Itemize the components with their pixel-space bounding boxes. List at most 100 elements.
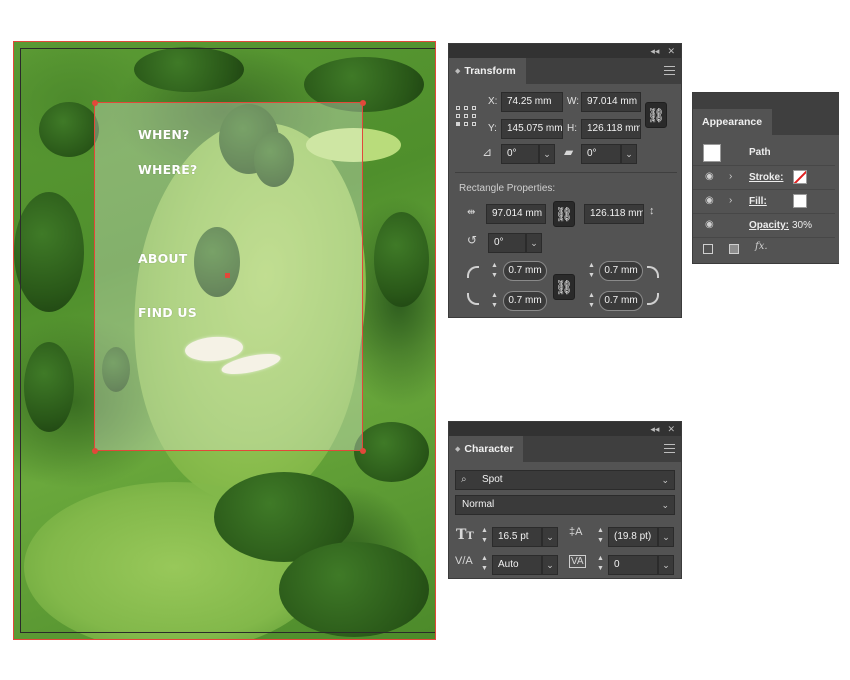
kerning-stepper[interactable]: ▲ ▼ — [480, 554, 489, 576]
visibility-eye-icon[interactable]: ◉ — [705, 171, 714, 182]
visibility-eye-icon[interactable]: ◉ — [705, 219, 714, 230]
rect-rotate-dropdown[interactable]: ⌄ — [526, 233, 542, 253]
rotate-angle-icon: ⊿ — [482, 145, 493, 159]
h-field[interactable]: 126.118 mm — [581, 119, 641, 139]
resize-handle-bottom-left[interactable] — [91, 447, 98, 454]
rotate-dropdown[interactable]: ⌄ — [539, 144, 555, 164]
rect-rotate-icon: ↺ — [467, 233, 478, 247]
path-row[interactable]: Path — [693, 141, 835, 165]
rect-rotate-field[interactable]: 0° — [488, 233, 526, 253]
corner-top-left-field[interactable]: 0.7 mm — [503, 261, 547, 281]
close-icon[interactable]: ✕ — [667, 46, 675, 57]
corner-bottom-left-field[interactable]: 0.7 mm — [503, 291, 547, 311]
rect-width-field[interactable]: 97.014 mm — [486, 204, 546, 224]
new-fill-icon[interactable] — [729, 244, 739, 254]
tree — [39, 102, 99, 157]
effects-icon[interactable]: fx. — [755, 241, 768, 252]
tracking-dropdown[interactable]: ⌄ — [658, 555, 674, 575]
chevron-right-icon[interactable]: › — [729, 171, 732, 182]
rect-constrain-button[interactable]: ⛓ — [553, 201, 575, 227]
new-stroke-icon[interactable] — [703, 244, 713, 254]
tab-transform[interactable]: ◆ Transform — [449, 58, 526, 84]
selected-rectangle[interactable]: WHEN? WHERE? ABOUT FIND US — [91, 99, 366, 454]
artboard-canvas[interactable]: WHEN? WHERE? ABOUT FIND US — [13, 41, 436, 640]
corner-tr-stepper[interactable]: ▲ ▼ — [587, 261, 596, 283]
fill-row[interactable]: ◉ › Fill: — [693, 189, 835, 213]
appearance-footer: fx. — [693, 237, 835, 263]
font-size-dropdown[interactable]: ⌄ — [542, 527, 558, 547]
collapse-icon[interactable]: ◂◂ — [650, 424, 659, 435]
y-field[interactable]: 145.075 mm — [501, 119, 563, 139]
corner-br-stepper[interactable]: ▲ ▼ — [587, 291, 596, 313]
collapse-icon[interactable]: ◂◂ — [650, 46, 659, 57]
resize-handle-top-left[interactable] — [91, 99, 98, 106]
kerning-dropdown[interactable]: ⌄ — [542, 555, 558, 575]
corner-bottom-right-icon[interactable] — [647, 293, 659, 305]
chevron-down-icon: ⌄ — [661, 475, 669, 485]
height-arrow-icon: ↕ — [649, 205, 655, 217]
leading-field[interactable]: (19.8 pt) — [608, 527, 658, 547]
link-icon: ⛓ — [647, 107, 665, 123]
font-family-select[interactable]: ⌕ Spot ⌄ — [455, 470, 675, 490]
visibility-eye-icon[interactable]: ◉ — [705, 195, 714, 206]
tab-character[interactable]: ◆ Character — [449, 436, 524, 462]
reference-point-selector[interactable] — [456, 106, 476, 126]
x-label: X: — [488, 96, 498, 107]
rotate-field[interactable]: 0° — [501, 144, 539, 164]
corner-bottom-left-icon[interactable] — [467, 293, 479, 305]
menu-text-about[interactable]: ABOUT — [138, 251, 188, 266]
path-thumbnail — [703, 144, 721, 162]
leading-icon: ‡A — [569, 526, 583, 538]
corner-top-left-icon[interactable] — [467, 266, 479, 278]
resize-handle-bottom-right[interactable] — [359, 447, 366, 454]
tab-appearance[interactable]: Appearance — [693, 109, 773, 135]
chevron-right-icon[interactable]: › — [729, 195, 732, 206]
menu-text-when[interactable]: WHEN? — [138, 127, 190, 142]
rectangle-properties-title: Rectangle Properties: — [459, 183, 556, 194]
center-point[interactable] — [225, 273, 230, 278]
font-size-field[interactable]: 16.5 pt — [492, 527, 542, 547]
tree — [134, 47, 244, 92]
resize-handle-top-right[interactable] — [359, 99, 366, 106]
menu-text-where[interactable]: WHERE? — [138, 162, 197, 177]
font-style-select[interactable]: Normal ⌄ — [455, 495, 675, 515]
w-field[interactable]: 97.014 mm — [581, 92, 641, 112]
expand-arrows-icon: ◆ — [455, 446, 461, 453]
opacity-row[interactable]: ◉ Opacity: 30% — [693, 213, 835, 237]
width-arrow-icon: ⇹ — [467, 207, 476, 218]
font-size-icon: TT — [456, 527, 474, 543]
fill-swatch[interactable] — [793, 194, 807, 208]
search-icon: ⌕ — [461, 474, 467, 485]
tracking-stepper[interactable]: ▲ ▼ — [596, 554, 605, 576]
margin-guide — [20, 48, 435, 49]
kerning-field[interactable]: Auto — [492, 555, 542, 575]
rect-height-field[interactable]: 126.118 mm — [584, 204, 644, 224]
margin-guide — [20, 48, 21, 633]
x-field[interactable]: 74.25 mm — [501, 92, 563, 112]
margin-guide — [20, 632, 435, 633]
shear-dropdown[interactable]: ⌄ — [621, 144, 637, 164]
corner-top-right-icon[interactable] — [647, 266, 659, 278]
kerning-icon: V/A — [455, 555, 473, 567]
corner-top-right-field[interactable]: 0.7 mm — [599, 261, 643, 281]
panel-tab-bar: Appearance — [693, 93, 839, 135]
stroke-swatch[interactable] — [793, 170, 807, 184]
close-icon[interactable]: ✕ — [667, 424, 675, 435]
tracking-field[interactable]: 0 — [608, 555, 658, 575]
panel-tab-bar: ◆ Transform — [449, 58, 681, 84]
font-size-stepper[interactable]: ▲ ▼ — [480, 526, 489, 548]
panel-menu-icon[interactable] — [664, 66, 675, 75]
constrain-proportions-button[interactable]: ⛓ — [645, 102, 667, 128]
leading-stepper[interactable]: ▲ ▼ — [596, 526, 605, 548]
panel-header-bar: ◂◂ ✕ — [449, 422, 681, 436]
panel-menu-icon[interactable] — [664, 444, 675, 453]
menu-text-find-us[interactable]: FIND US — [138, 305, 197, 320]
corner-link-button[interactable]: ⛓ — [553, 274, 575, 300]
leading-dropdown[interactable]: ⌄ — [658, 527, 674, 547]
stroke-row[interactable]: ◉ › Stroke: — [693, 165, 835, 189]
corner-tl-stepper[interactable]: ▲ ▼ — [490, 261, 499, 283]
corner-bl-stepper[interactable]: ▲ ▼ — [490, 291, 499, 313]
corner-bottom-right-field[interactable]: 0.7 mm — [599, 291, 643, 311]
shear-field[interactable]: 0° — [581, 144, 621, 164]
appearance-panel: Appearance Path ◉ › Stroke: ◉ › Fill: ◉ … — [692, 92, 839, 264]
